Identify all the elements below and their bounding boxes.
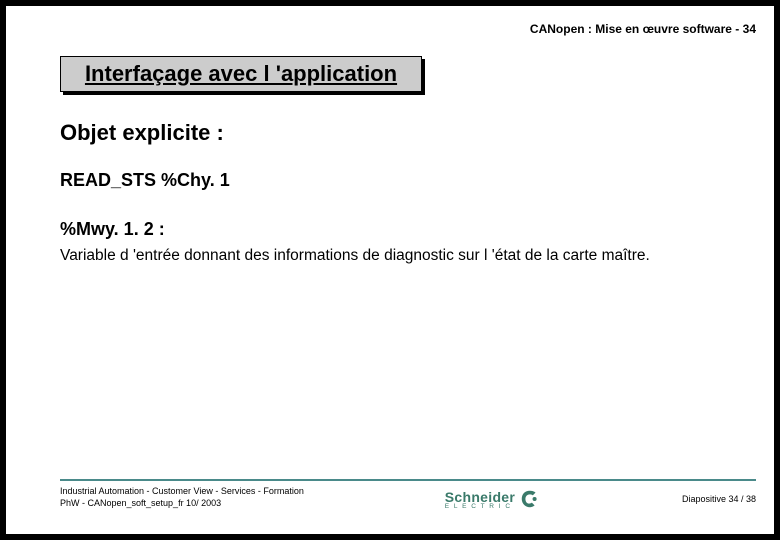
heading-mwy: %Mwy. 1. 2 : — [60, 219, 756, 240]
header-title: CANopen : Mise en œuvre software - — [530, 22, 739, 36]
footer: Industrial Automation - Customer View - … — [60, 479, 756, 510]
brand-logo: Schneider E L E C T R I C — [445, 486, 541, 510]
slide-header: CANopen : Mise en œuvre software - 34 — [530, 22, 756, 36]
logo-text-block: Schneider E L E C T R I C — [445, 489, 515, 510]
slide-counter: Diapositive 34 / 38 — [682, 486, 756, 504]
heading-objet: Objet explicite : — [60, 120, 756, 146]
header-pageno: 34 — [743, 22, 756, 36]
footer-row: Industrial Automation - Customer View - … — [60, 486, 756, 510]
footer-left: Industrial Automation - Customer View - … — [60, 486, 304, 509]
slide: CANopen : Mise en œuvre software - 34 In… — [6, 6, 774, 534]
footer-rule — [60, 479, 756, 481]
body-text: Variable d 'entrée donnant des informati… — [60, 246, 756, 265]
logo-sub: E L E C T R I C — [445, 503, 512, 510]
content-area: Objet explicite : READ_STS %Chy. 1 %Mwy.… — [60, 120, 756, 265]
title-box: Interfaçage avec l 'application — [60, 56, 422, 92]
footer-line1: Industrial Automation - Customer View - … — [60, 486, 304, 498]
heading-read-sts: READ_STS %Chy. 1 — [60, 170, 756, 191]
title-box-text: Interfaçage avec l 'application — [85, 61, 397, 87]
logo-swirl-icon — [519, 488, 541, 510]
footer-line2: PhW - CANopen_soft_setup_fr 10/ 2003 — [60, 498, 304, 510]
